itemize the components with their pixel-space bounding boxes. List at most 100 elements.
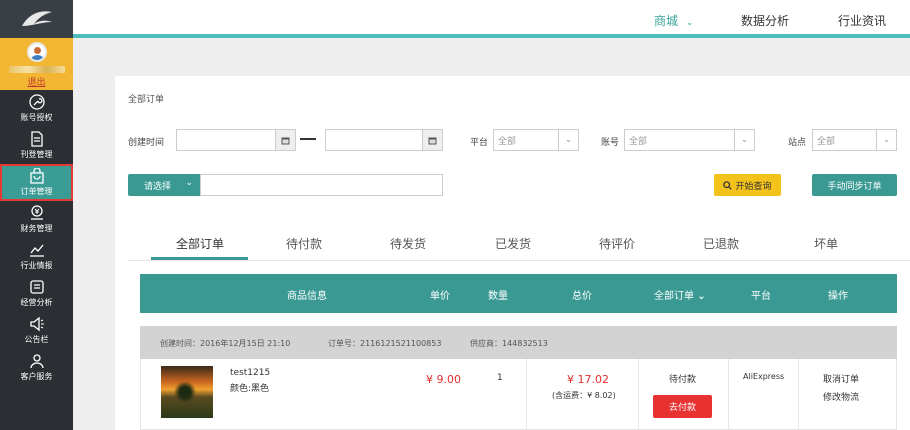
account-select[interactable]: 全部 ⌄ [624, 129, 755, 151]
sidebar-item-business-analysis[interactable]: 经营分析 [0, 275, 73, 312]
chevron-down-icon: ⌄ [558, 130, 578, 150]
start-date-input[interactable] [176, 129, 296, 151]
sidebar-item-industry-intel[interactable]: 行业情报 [0, 238, 73, 275]
wrench-icon [28, 94, 45, 110]
topnav-mall-label: 商城 [654, 14, 679, 28]
product-name[interactable]: test1215 [230, 368, 270, 378]
order-number: 订单号：2116121521100853 [328, 339, 442, 348]
pay-button[interactable]: 去付款 [653, 395, 712, 418]
calendar-icon[interactable] [422, 130, 442, 150]
trend-chart-icon [29, 244, 44, 257]
quantity: 1 [497, 373, 503, 383]
start-query-button[interactable]: 开始查询 [714, 174, 781, 196]
cell-divider [798, 359, 799, 429]
tab-shipped[interactable]: 已发货 [495, 235, 531, 252]
platform-label: 平台 [470, 138, 489, 148]
chevron-down-icon: ⌄ [734, 130, 754, 150]
sidebar-item-listing[interactable]: 刊登管理 [0, 127, 73, 164]
content-panel: 全部订单 创建时间 平台 全部 ⌄ 账号 全部 ⌄ 站点 全部 ⌄ 请选择 ⌄ … [115, 76, 910, 430]
tab-pending-review[interactable]: 待评价 [599, 235, 635, 252]
start-query-label: 开始查询 [735, 181, 772, 192]
product-thumbnail[interactable] [161, 366, 213, 418]
calendar-icon[interactable] [275, 130, 295, 150]
site-label: 站点 [788, 138, 807, 148]
chevron-down-icon: ⌄ [685, 18, 694, 28]
user-block: 退出 [0, 38, 73, 90]
sidebar-item-finance[interactable]: 财务管理 [0, 201, 73, 238]
tab-all-orders[interactable]: 全部订单 [176, 235, 224, 252]
tabs-divider [128, 260, 910, 261]
people-icon [29, 354, 44, 369]
sidebar-item-account-auth[interactable]: 账号授权 [0, 90, 73, 127]
sidebar-item-label: 财务管理 [20, 224, 53, 233]
header-action: 操作 [828, 291, 848, 302]
header-total: 总价 [572, 291, 592, 302]
search-input[interactable] [200, 174, 443, 196]
shopping-bag-icon [29, 168, 44, 184]
site-select-value: 全部 [817, 137, 836, 147]
total-price: ¥ 17.02 [567, 373, 609, 386]
topnav-data-analysis[interactable]: 数据分析 [741, 12, 789, 29]
sidebar-item-label: 订单管理 [20, 187, 53, 196]
account-label: 账号 [601, 138, 620, 148]
created-time-label: 创建时间 [128, 138, 165, 148]
sidebar-item-label: 刊登管理 [20, 150, 53, 159]
user-name-blurred [8, 66, 65, 73]
chevron-down-icon: ⌄ [697, 291, 706, 302]
end-date-input[interactable] [325, 129, 443, 151]
manual-sync-button[interactable]: 手动同步订单 [812, 174, 897, 196]
tab-bad-orders[interactable]: 坏单 [814, 235, 838, 252]
list-icon [29, 280, 44, 294]
megaphone-icon [29, 316, 44, 332]
order-created-time: 创建时间：2016年12月15日 21:10 [160, 339, 291, 348]
order-info-bar: 创建时间：2016年12月15日 21:10 订单号：2116121521100… [140, 326, 897, 359]
breadcrumb: 全部订单 [128, 95, 165, 105]
top-bar: 商城 ⌄ 数据分析 行业资讯 [73, 0, 910, 38]
platform-select[interactable]: 全部 ⌄ [493, 129, 579, 151]
avatar[interactable] [26, 42, 47, 62]
site-select[interactable]: 全部 ⌄ [812, 129, 897, 151]
order-supplier: 供应商：144832513 [470, 339, 548, 348]
sidebar-item-customer-service[interactable]: 客户服务 [0, 349, 73, 386]
tab-pending-shipment[interactable]: 待发货 [390, 235, 426, 252]
sidebar-item-label: 客户服务 [20, 372, 53, 381]
chevron-down-icon: ⌄ [185, 178, 193, 188]
cell-divider [638, 359, 639, 429]
header-status-filter[interactable]: 全部订单 ⌄ [654, 287, 706, 302]
modify-logistics-link[interactable]: 修改物流 [823, 390, 859, 403]
sidebar-item-label: 账号授权 [20, 113, 53, 122]
sidebar-item-label: 行业情报 [20, 261, 53, 270]
order-platform: AliExpress [743, 372, 785, 381]
brand-logo[interactable] [0, 0, 73, 38]
platform-select-value: 全部 [498, 137, 517, 147]
cell-divider [728, 359, 729, 429]
search-type-select[interactable]: 请选择 ⌄ [128, 174, 200, 196]
header-product: 商品信息 [287, 291, 327, 302]
order-status: 待付款 [669, 375, 697, 385]
bird-logo-icon [21, 11, 52, 26]
table-row: test1215 颜色:黑色 ¥ 9.00 1 ¥ 17.02 (含运费：¥ 8… [140, 359, 897, 430]
unit-price: ¥ 9.00 [426, 373, 461, 386]
sidebar-item-orders[interactable]: 订单管理 [0, 164, 73, 201]
sidebar-item-label: 公告栏 [24, 335, 49, 344]
header-platform: 平台 [751, 291, 771, 302]
topnav-mall[interactable]: 商城 ⌄ [654, 12, 693, 29]
money-icon [30, 205, 43, 220]
cell-divider [526, 359, 527, 429]
topnav-industry-news[interactable]: 行业资讯 [838, 12, 886, 29]
chevron-down-icon: ⌄ [876, 130, 896, 150]
product-color: 颜色:黑色 [230, 384, 270, 394]
cancel-order-link[interactable]: 取消订单 [823, 372, 859, 385]
header-quantity: 数量 [488, 291, 508, 302]
tab-refunded[interactable]: 已退款 [703, 235, 739, 252]
shipping-note: (含运费：¥ 8.02) [552, 391, 616, 400]
search-type-label: 请选择 [144, 182, 172, 192]
status-filter-label: 全部订单 [654, 291, 694, 302]
logout-link[interactable]: 退出 [27, 75, 45, 88]
tab-pending-payment[interactable]: 待付款 [286, 235, 322, 252]
header-price: 单价 [430, 291, 450, 302]
account-select-value: 全部 [629, 137, 648, 147]
search-icon [723, 180, 733, 190]
orders-table-header: 商品信息 单价 数量 总价 全部订单 ⌄ 平台 操作 [140, 274, 897, 313]
sidebar-item-bulletin[interactable]: 公告栏 [0, 312, 73, 349]
